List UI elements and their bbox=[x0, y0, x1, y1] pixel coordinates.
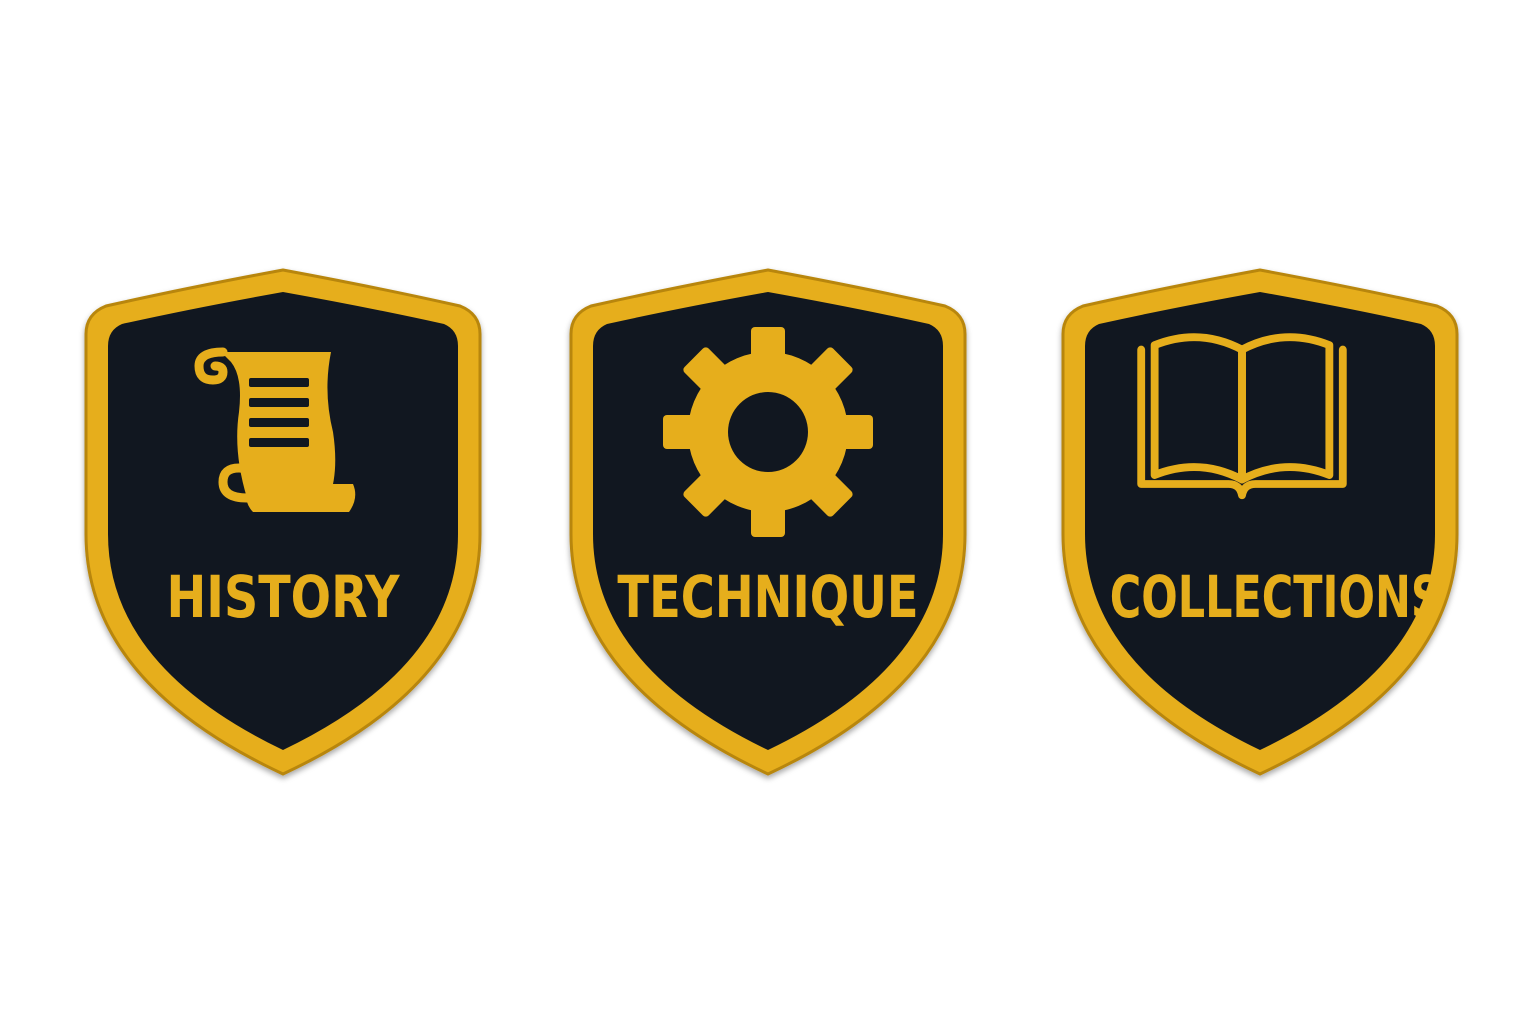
badge-label: COLLECTIONS bbox=[1109, 563, 1442, 631]
technique-badge: TECHNIQUE bbox=[565, 262, 971, 782]
gear-icon bbox=[663, 327, 873, 537]
badge-label: HISTORY bbox=[166, 563, 400, 631]
badge-label: TECHNIQUE bbox=[617, 563, 919, 631]
open-book-icon bbox=[1137, 332, 1360, 532]
badge-row: HISTORY TECHNIQUE COLLECTIONS bbox=[0, 0, 1536, 1024]
history-badge: HISTORY bbox=[80, 262, 486, 782]
scroll-icon bbox=[183, 332, 383, 532]
collections-badge: COLLECTIONS bbox=[1057, 262, 1463, 782]
